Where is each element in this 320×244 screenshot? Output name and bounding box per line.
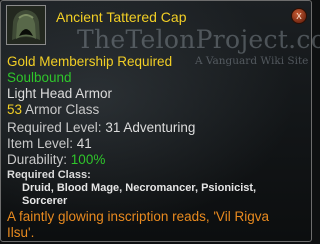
item-level-label: Item Level: — [7, 136, 74, 151]
armor-class-label: Armor Class — [25, 102, 100, 117]
item-level-row: Item Level: 41 — [7, 136, 92, 152]
armor-class-value: 53 — [7, 102, 23, 117]
item-tooltip: Ancient Tattered Cap x TheTelonProject.c… — [0, 0, 320, 242]
required-classes-line-2: Sorcerer — [22, 195, 68, 207]
durability-row: Durability: 100% — [7, 152, 105, 168]
required-level-label: Required Level: — [7, 120, 102, 135]
hood-helmet-icon — [6, 5, 46, 45]
description-line-2: Ilsu'. — [7, 225, 35, 240]
item-level-value: 41 — [76, 136, 92, 151]
durability-value: 100% — [70, 152, 106, 167]
item-type: Light Head Armor — [7, 86, 113, 101]
armor-class-row: 53 Armor Class — [7, 102, 99, 118]
item-title: Ancient Tattered Cap — [56, 9, 187, 25]
description-line-1: A faintly glowing inscription reads, 'Vi… — [7, 209, 269, 224]
required-level-value: 31 Adventuring — [105, 120, 196, 135]
soulbound-tag: Soulbound — [7, 70, 72, 85]
required-class-label: Required Class: — [7, 169, 91, 181]
watermark-subtitle: A Vanguard Wiki Site — [195, 55, 309, 67]
required-level-row: Required Level: 31 Adventuring — [7, 120, 195, 136]
close-icon[interactable]: x — [291, 8, 307, 24]
required-classes-line-1: Druid, Blood Mage, Necromancer, Psionici… — [22, 182, 257, 194]
durability-label: Durability: — [7, 152, 68, 167]
membership-requirement: Gold Membership Required — [7, 54, 173, 69]
watermark-title: TheTelonProject.com — [77, 25, 320, 54]
